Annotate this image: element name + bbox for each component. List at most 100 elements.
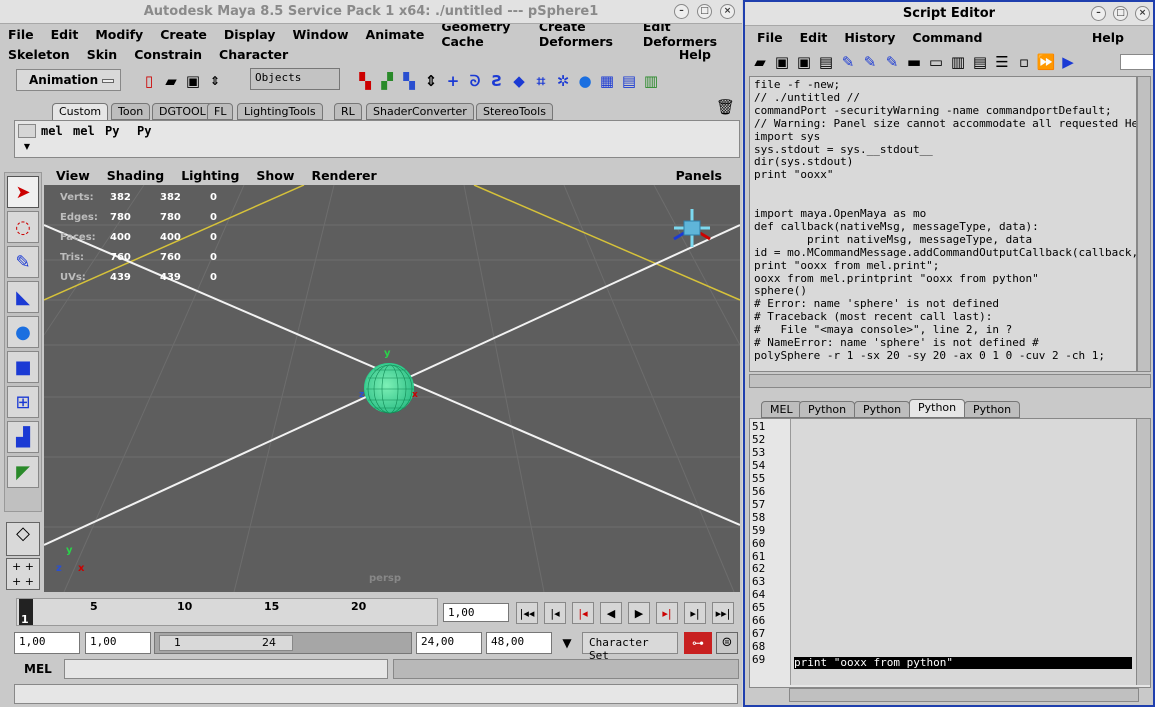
shelf-button-py-2[interactable]: Py [137,124,169,154]
new-scene-icon[interactable]: ▯ [138,70,160,92]
se-tab-python-1[interactable]: Python [799,401,856,418]
toggle-sidebar-icon[interactable]: ▥ [640,70,662,92]
go-to-start-icon[interactable]: |◂◂ [516,602,538,624]
play-forwards-icon[interactable]: ▶ [628,602,650,624]
selection-mask-icon[interactable]: ⇕ [204,70,226,92]
current-time-field[interactable]: 1,00 [443,603,509,622]
line-numbers-icon[interactable]: ☰ [991,51,1013,73]
panel-menu-show[interactable]: Show [256,168,294,183]
show-manip-icon[interactable]: ◤ [7,456,39,488]
step-back-key-icon[interactable]: |◂ [572,602,594,624]
se-search-field[interactable] [1120,54,1153,70]
character-set-dropdown-icon[interactable]: ▼ [556,632,578,654]
menu-create[interactable]: Create [160,27,207,42]
show-input-icon[interactable]: ▭ [925,51,947,73]
snap-grid-icon[interactable]: + [442,70,464,92]
shelf-tab-shaderconverter[interactable]: ShaderConverter [366,103,474,120]
menu-window[interactable]: Window [292,27,348,42]
se-close-icon[interactable]: × [1135,6,1150,21]
play-backwards-icon[interactable]: ◀ [600,602,622,624]
select-component-icon[interactable]: ▚ [398,70,420,92]
object-mode-field[interactable]: Objects [250,68,340,90]
menu-character[interactable]: Character [219,47,288,62]
shelf-arrow-icon[interactable]: ▼ [18,142,36,154]
shelf-button-py-1[interactable]: Py [105,124,137,154]
time-slider[interactable]: 1 5 10 15 20 [16,598,438,626]
paint-select-icon[interactable]: ✎ [7,246,39,278]
step-forward-key-icon[interactable]: ▸| [656,602,678,624]
menu-help[interactable]: Help [679,47,711,62]
shelf-button-mel-1[interactable]: mel [41,124,73,154]
se-minimize-icon[interactable]: – [1091,6,1106,21]
make-live-icon[interactable]: ⌗ [530,70,552,92]
shelf-menu-icon[interactable] [18,124,36,138]
se-tab-python-2[interactable]: Python [854,401,911,418]
shelf-tab-lightingtools[interactable]: LightingTools [237,103,323,120]
source-script-icon[interactable]: ▣ [771,51,793,73]
maximize-icon[interactable]: □ [697,4,712,19]
clear-input-icon[interactable]: ✎ [859,51,881,73]
range-slider-bar[interactable]: 1 24 [159,635,293,651]
show-history-icon[interactable]: ▬ [903,51,925,73]
move-tool-icon[interactable]: ◣ [7,281,39,313]
select-hierarchy-icon[interactable]: ▚ [354,70,376,92]
show-tooltips-icon[interactable]: ▫ [1013,51,1035,73]
menu-animate[interactable]: Animate [366,27,425,42]
playback-start-field[interactable]: 1,00 [85,632,151,654]
shelf-button-mel-2[interactable]: mel [73,124,105,154]
soft-mod-icon[interactable]: ▟ [7,421,39,453]
history-horizontal-scrollbar[interactable] [749,374,1151,388]
menu-skin[interactable]: Skin [87,47,118,62]
ipr-render-icon[interactable]: ▦ [596,70,618,92]
psphere1-object[interactable] [364,363,414,414]
script-history-pane[interactable]: file -f -new;// ./untitled //commandPort… [749,76,1137,372]
render-icon[interactable]: ● [574,70,596,92]
view-cube-icon[interactable] [670,203,714,253]
clear-history-icon[interactable]: ✎ [837,51,859,73]
lasso-tool-icon[interactable]: ◌ [7,211,39,243]
panel-menu-renderer[interactable]: Renderer [311,168,376,183]
select-object-icon[interactable]: ▞ [376,70,398,92]
menu-file[interactable]: File [8,27,34,42]
se-tab-python-3[interactable]: Python [909,399,966,418]
panel-menu-shading[interactable]: Shading [107,168,164,183]
menu-modify[interactable]: Modify [95,27,143,42]
script-input-area[interactable] [790,419,1136,685]
clear-all-icon[interactable]: ✎ [881,51,903,73]
input-current-line[interactable]: print "ooxx from python" [794,656,1132,669]
open-script-icon[interactable]: ▰ [749,51,771,73]
se-menu-edit[interactable]: Edit [800,30,828,45]
shelf-tab-stereotools[interactable]: StereoTools [476,103,553,120]
shelf-tab-dgtool[interactable]: DGTOOL [152,103,213,120]
playback-end-field[interactable]: 24,00 [416,632,482,654]
panel-menu-view[interactable]: View [56,168,90,183]
go-to-end-icon[interactable]: ▸▸| [712,602,734,624]
save-to-shelf-icon[interactable]: ▤ [815,51,837,73]
save-scene-icon[interactable]: ▣ [182,70,204,92]
menu-constrain[interactable]: Constrain [134,47,202,62]
shelf-tab-fl[interactable]: FL [207,103,234,120]
trash-icon[interactable]: 🗑 [716,98,735,116]
step-forward-icon[interactable]: ▸| [684,602,706,624]
open-scene-icon[interactable]: ▰ [160,70,182,92]
history-icon[interactable]: ✲ [552,70,574,92]
range-slider[interactable]: 1 24 [154,632,412,654]
select-tool-icon[interactable]: ➤ [7,176,39,208]
echo-all-icon[interactable]: ▤ [969,51,991,73]
lock-selection-icon[interactable]: ⇕ [420,70,442,92]
save-script-icon[interactable]: ▣ [793,51,815,73]
character-set-field[interactable]: Character Set [582,632,678,662]
minimize-icon[interactable]: – [674,4,689,19]
start-time-field[interactable]: 1,00 [14,632,80,654]
rotate-tool-icon[interactable]: ● [7,316,39,348]
step-back-icon[interactable]: |◂ [544,602,566,624]
shelf-tab-rl[interactable]: RL [334,103,362,120]
se-menu-help[interactable]: Help [1092,30,1124,45]
panel-menu-lighting[interactable]: Lighting [181,168,239,183]
scale-tool-icon[interactable]: ■ [7,351,39,383]
input-vertical-scrollbar[interactable] [1136,419,1150,685]
manipulator-icon[interactable]: ⊞ [7,386,39,418]
panel-menu-panels[interactable]: Panels [676,168,722,183]
snap-point-icon[interactable]: Ƨ [486,70,508,92]
end-time-field[interactable]: 48,00 [486,632,552,654]
